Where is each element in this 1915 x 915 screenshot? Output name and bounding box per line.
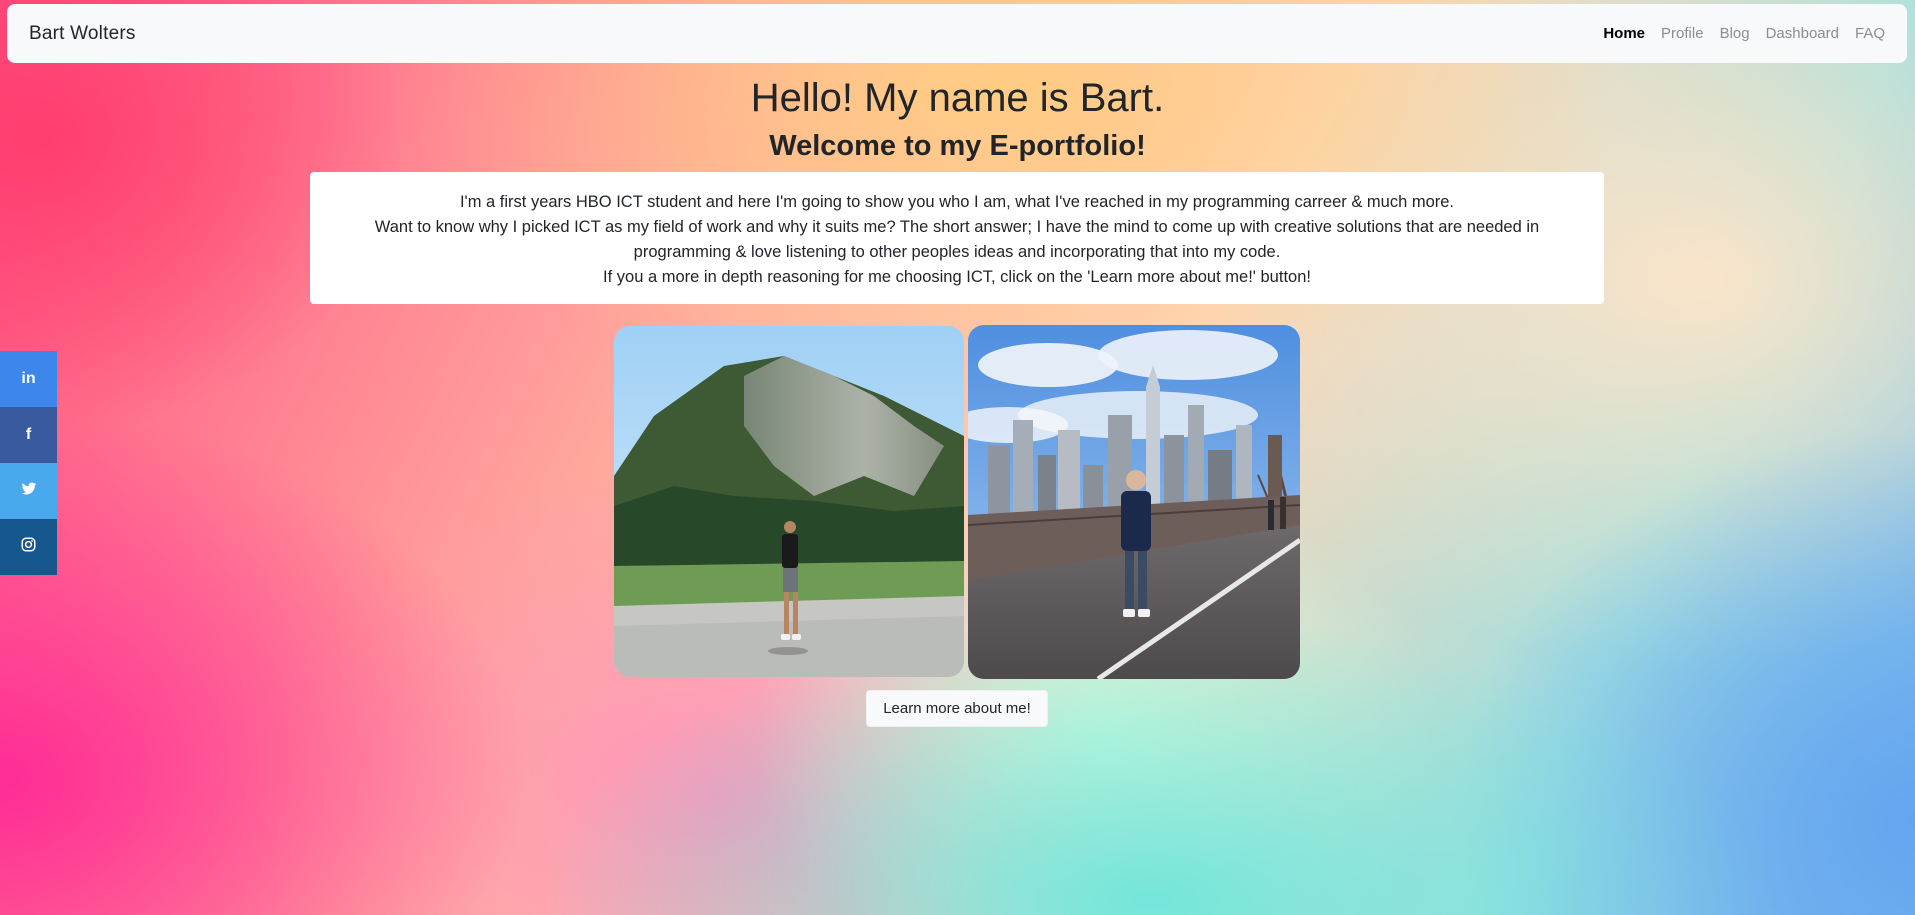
- nav-link-profile[interactable]: Profile: [1661, 25, 1704, 42]
- navbar: Bart Wolters Home Profile Blog Dashboard…: [7, 4, 1907, 63]
- linkedin-icon: in: [21, 370, 36, 387]
- facebook-button[interactable]: f: [0, 407, 57, 463]
- instagram-button[interactable]: [0, 519, 57, 575]
- linkedin-button[interactable]: in: [0, 351, 57, 407]
- intro-line-1: I'm a first years HBO ICT student and he…: [459, 193, 1455, 211]
- nav-links: Home Profile Blog Dashboard FAQ: [1603, 25, 1885, 42]
- intro-card: I'm a first years HBO ICT student and he…: [310, 172, 1604, 304]
- nav-link-home[interactable]: Home: [1603, 25, 1645, 42]
- intro-line-2: Want to know why I picked ICT as my fiel…: [374, 218, 1540, 261]
- nav-link-blog[interactable]: Blog: [1720, 25, 1750, 42]
- twitter-button[interactable]: [0, 463, 57, 519]
- social-sidebar: in f: [0, 351, 57, 575]
- nav-link-dashboard[interactable]: Dashboard: [1766, 25, 1839, 42]
- city-bridge-photo: [968, 325, 1300, 679]
- facebook-icon: f: [25, 426, 32, 443]
- twitter-icon: [21, 482, 37, 501]
- learn-more-button[interactable]: Learn more about me!: [866, 690, 1048, 727]
- nav-link-faq[interactable]: FAQ: [1855, 25, 1885, 42]
- instagram-icon: [21, 537, 36, 557]
- page-title: Hello! My name is Bart.: [750, 76, 1165, 120]
- intro-line-3: If you a more in depth reasoning for me …: [603, 268, 1311, 286]
- mountain-photo: [614, 326, 964, 677]
- page-subtitle: Welcome to my E-portfolio!: [769, 130, 1146, 162]
- brand-link[interactable]: Bart Wolters: [29, 23, 136, 45]
